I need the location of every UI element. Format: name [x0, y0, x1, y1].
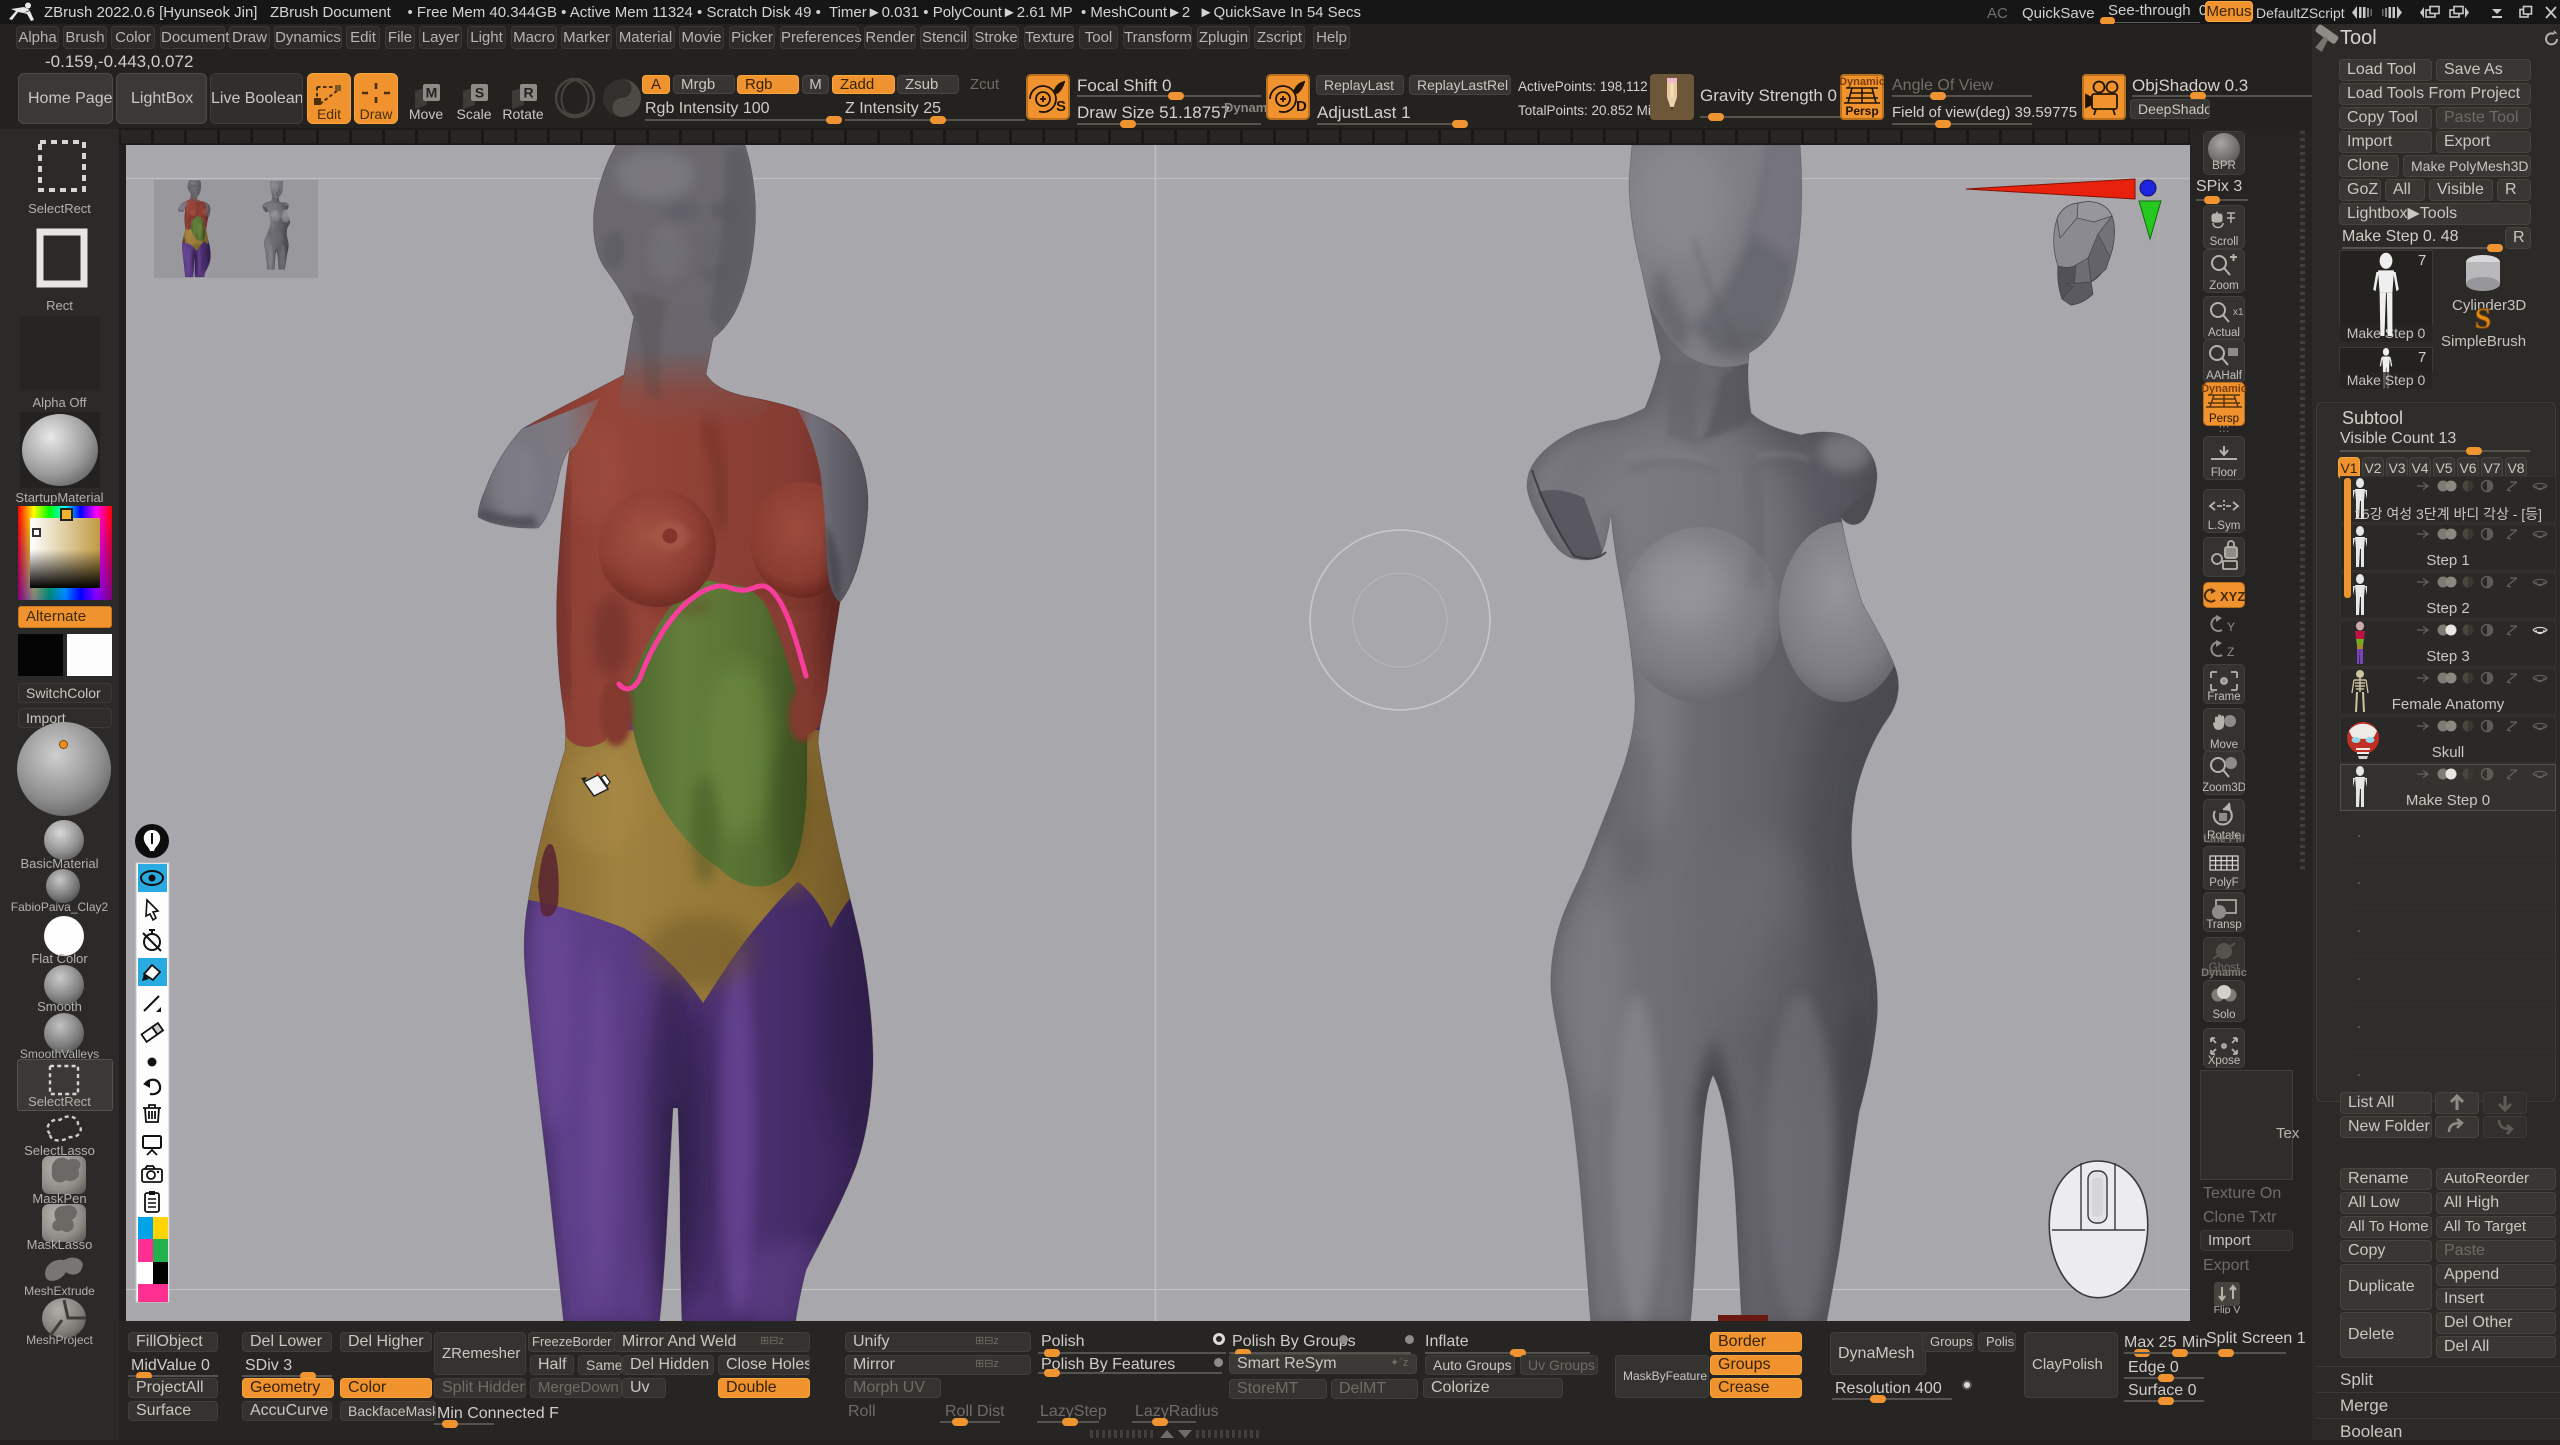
- svg-text:Persp: Persp: [1845, 104, 1878, 118]
- svg-text:PolyF: PolyF: [2209, 877, 2238, 889]
- svg-text:Flip V: Flip V: [2214, 1304, 2241, 1314]
- svg-text:Zoom3D: Zoom3D: [2203, 782, 2245, 794]
- svg-text:Dynamic: Dynamic: [1840, 76, 1884, 88]
- svg-text:Draw: Draw: [360, 106, 394, 122]
- svg-text:Xpose: Xpose: [2208, 1055, 2241, 1067]
- svg-text:Y: Y: [2227, 620, 2235, 634]
- svg-text:Move: Move: [2210, 739, 2238, 751]
- svg-text:Z: Z: [2227, 645, 2234, 659]
- svg-text:L.Sym: L.Sym: [2208, 520, 2241, 532]
- svg-text:Frame: Frame: [2207, 691, 2240, 703]
- svg-text:Solo: Solo: [2212, 1009, 2235, 1021]
- svg-text:D: D: [1296, 98, 1307, 115]
- svg-text:XYZ: XYZ: [2220, 589, 2245, 604]
- svg-text:Move: Move: [409, 106, 443, 122]
- svg-text:Scale: Scale: [456, 106, 491, 122]
- svg-text:Scroll: Scroll: [2210, 236, 2239, 248]
- svg-text:x1: x1: [2233, 307, 2244, 318]
- svg-text:Rotate: Rotate: [502, 106, 543, 122]
- svg-text:AAHalf: AAHalf: [2206, 370, 2243, 382]
- svg-text:Zoom: Zoom: [2209, 280, 2238, 292]
- svg-text:S: S: [475, 85, 484, 101]
- svg-text:Transp: Transp: [2206, 919, 2241, 931]
- svg-text:Edit: Edit: [317, 106, 341, 122]
- svg-text:Actual: Actual: [2208, 327, 2240, 339]
- svg-text:Floor: Floor: [2211, 467, 2237, 479]
- svg-text:R: R: [523, 85, 533, 101]
- svg-text:S: S: [1056, 98, 1066, 115]
- svg-text:M: M: [426, 85, 438, 101]
- svg-text:S: S: [2475, 302, 2492, 335]
